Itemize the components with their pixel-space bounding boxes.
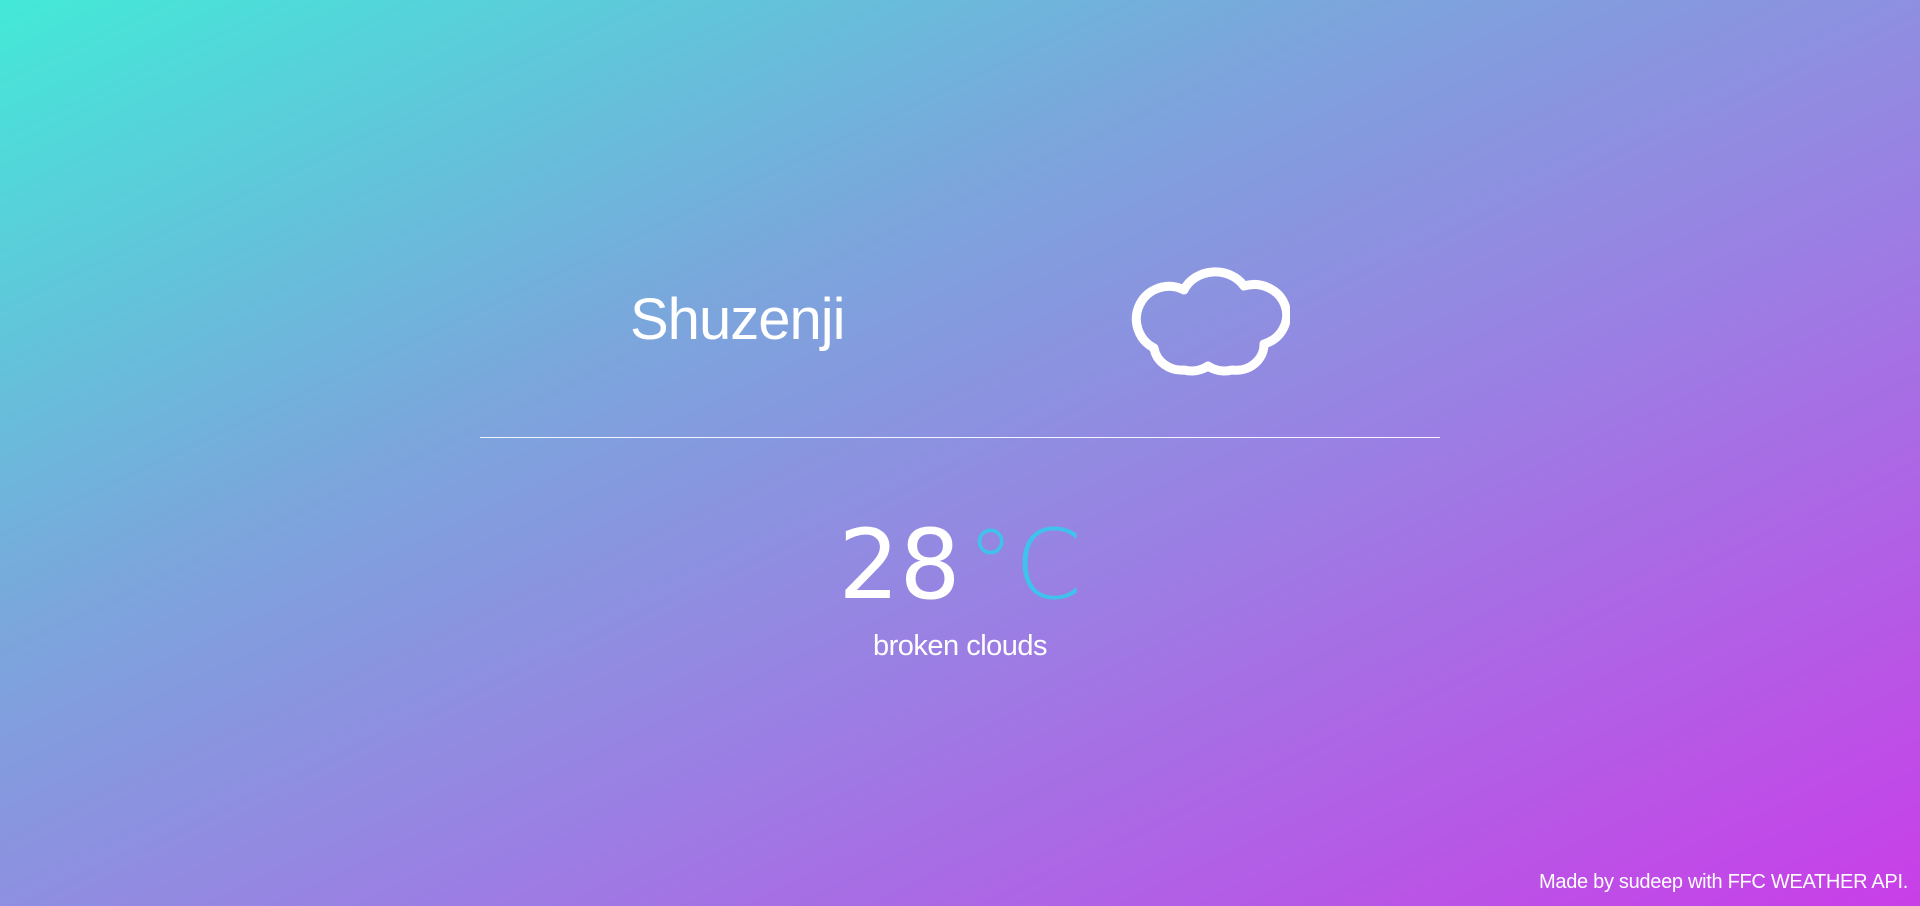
temperature-unit: °C — [966, 509, 1082, 621]
city-name: Shuzenji — [630, 287, 845, 352]
temperature-display: 28°C — [0, 510, 1920, 620]
cloud-icon — [1131, 267, 1290, 376]
temperature-value: 28 — [838, 509, 961, 621]
divider — [480, 437, 1440, 438]
weather-description: broken clouds — [872, 630, 1048, 662]
footer-credit: Made by sudeep with FFC WEATHER API. — [1539, 871, 1908, 893]
